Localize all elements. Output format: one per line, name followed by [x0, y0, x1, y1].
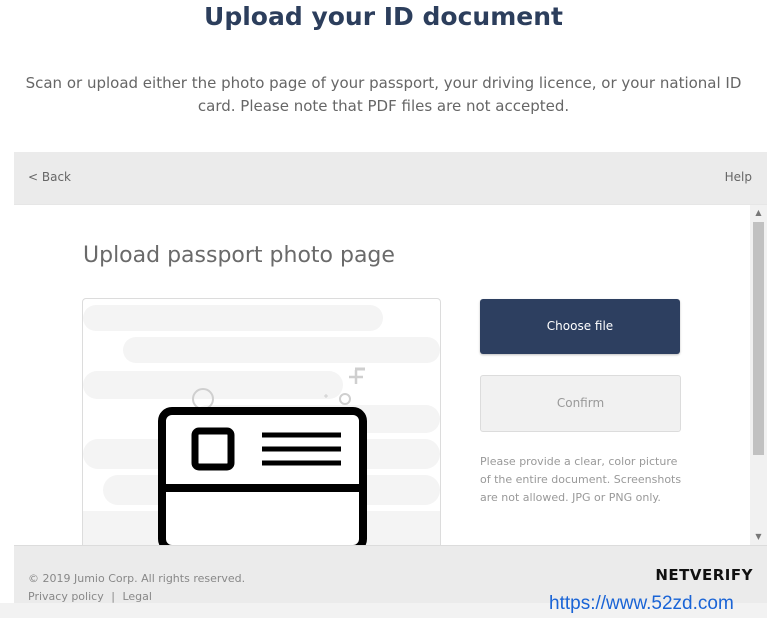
netverify-logo: NETVERIFY: [655, 566, 753, 584]
choose-file-button[interactable]: Choose file: [480, 299, 680, 354]
watermark-text: https://www.52zd.com: [549, 593, 734, 614]
page-title: Upload your ID document: [204, 2, 563, 31]
intro-text: Scan or upload either the photo page of …: [25, 74, 742, 115]
document-preview-area: [82, 298, 441, 545]
legal-link[interactable]: Legal: [122, 590, 151, 603]
confirm-button[interactable]: Confirm: [480, 375, 681, 432]
top-bar: < Back Help: [14, 152, 767, 205]
upload-content: Upload passport photo page Choose file C…: [14, 205, 750, 545]
upload-frame: < Back Help Upload passport photo page C…: [14, 152, 767, 618]
footer-links: Privacy policy | Legal: [28, 590, 152, 603]
section-title: Upload passport photo page: [83, 243, 395, 268]
back-link[interactable]: < Back: [28, 170, 71, 184]
privacy-policy-link[interactable]: Privacy policy: [28, 590, 104, 603]
scrollbar-thumb[interactable]: [753, 222, 764, 455]
scroll-up-arrow-icon[interactable]: ▲: [750, 205, 767, 221]
id-card-icon: [158, 407, 367, 545]
id-card-illustration: [83, 305, 440, 545]
copyright-text: © 2019 Jumio Corp. All rights reserved.: [28, 572, 246, 585]
scroll-down-arrow-icon[interactable]: ▼: [750, 529, 767, 545]
vertical-scrollbar[interactable]: ▲ ▼: [750, 205, 767, 545]
footer-link-separator: |: [111, 590, 115, 603]
upload-hint-text: Please provide a clear, color picture of…: [480, 455, 682, 504]
help-link[interactable]: Help: [725, 170, 752, 184]
